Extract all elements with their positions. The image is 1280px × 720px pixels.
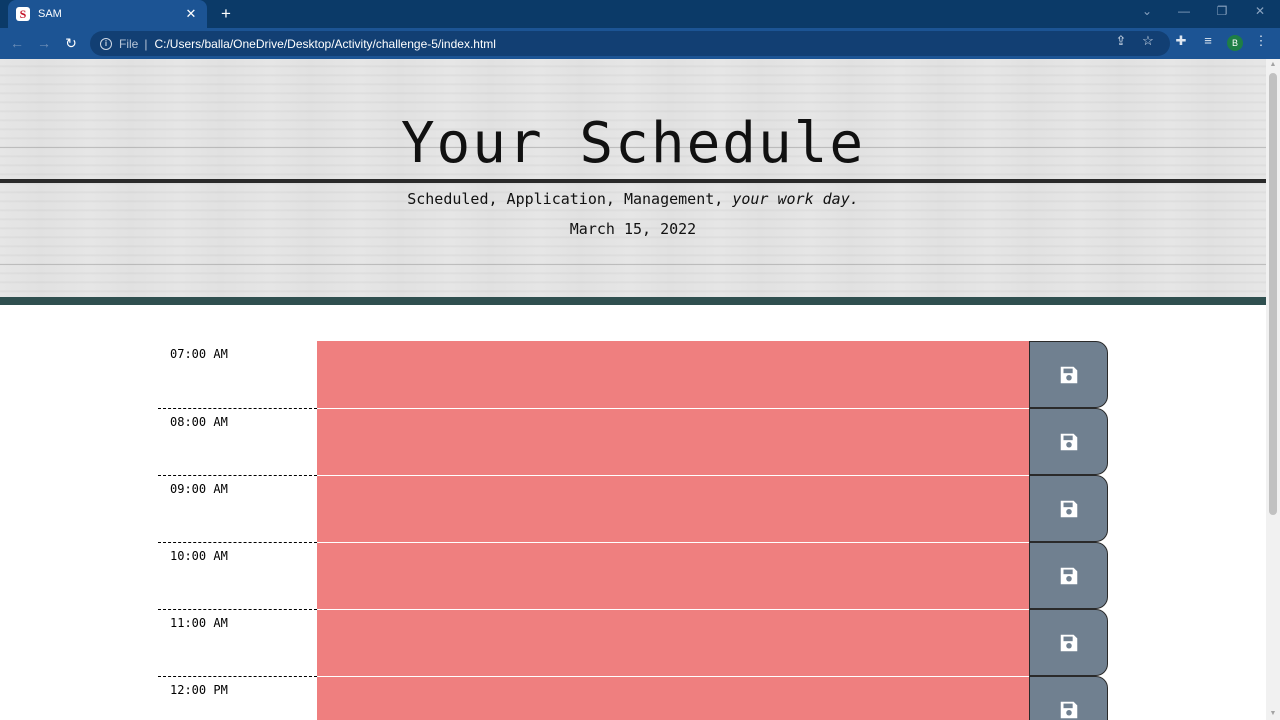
reload-button[interactable]: ↻ — [62, 34, 80, 52]
browser-toolbar: ← → ↻ i File | C:/Users/balla/OneDrive/D… — [0, 28, 1280, 59]
browser-tab-strip: S SAM ✕ + ⌄ — ❐ ✕ — [0, 0, 1280, 28]
time-block-row: 11:00 AM — [158, 609, 1108, 676]
save-button[interactable] — [1029, 341, 1108, 408]
hour-label: 09:00 AM — [158, 475, 317, 542]
hour-label: 11:00 AM — [158, 609, 317, 676]
page-subtitle: Scheduled, Application, Management, your… — [0, 190, 1266, 208]
favicon-icon: S — [16, 7, 30, 21]
media-control-icon[interactable]: ≡ — [1200, 33, 1216, 49]
event-description-input[interactable] — [317, 676, 1029, 720]
floppy-disk-icon — [1060, 567, 1077, 584]
header-jumbotron: Your Schedule Scheduled, Application, Ma… — [0, 59, 1266, 305]
subtitle-text: Scheduled, Application, Management, — [407, 190, 724, 208]
hour-label: 12:00 PM — [158, 676, 317, 720]
floppy-disk-icon — [1060, 433, 1077, 450]
event-description-input[interactable] — [317, 542, 1029, 609]
time-block-row: 08:00 AM — [158, 408, 1108, 475]
close-window-button[interactable]: ✕ — [1250, 4, 1270, 18]
profile-avatar[interactable]: B — [1227, 35, 1243, 51]
subtitle-emphasis: your work day. — [732, 190, 859, 208]
wood-grain-line — [0, 264, 1266, 265]
bookmark-star-icon[interactable]: ☆ — [1140, 33, 1156, 49]
scroll-up-icon[interactable]: ▲ — [1266, 59, 1280, 71]
page-content: Your Schedule Scheduled, Application, Ma… — [0, 59, 1266, 720]
browser-tab[interactable]: S SAM ✕ — [8, 0, 207, 28]
close-tab-icon[interactable]: ✕ — [183, 6, 199, 22]
event-description-input[interactable] — [317, 475, 1029, 542]
hour-label: 10:00 AM — [158, 542, 317, 609]
menu-icon[interactable]: ⋮ — [1253, 33, 1269, 49]
url-text[interactable]: C:/Users/balla/OneDrive/Desktop/Activity… — [154, 37, 495, 51]
page-title: Your Schedule — [400, 111, 866, 176]
save-button[interactable] — [1029, 609, 1108, 676]
current-day: March 15, 2022 — [569, 220, 697, 238]
page-scrollbar[interactable]: ▲ ▼ — [1266, 59, 1280, 720]
event-description-input[interactable] — [317, 408, 1029, 475]
url-separator: | — [144, 36, 148, 51]
wood-plank-divider — [0, 179, 1266, 183]
url-scheme-label: File — [119, 36, 139, 51]
new-tab-button[interactable]: + — [216, 4, 236, 24]
minimize-button[interactable]: — — [1174, 4, 1194, 18]
schedule-container: 07:00 AM 08:00 AM 09:00 AM 10:00 AM 11:0… — [158, 341, 1108, 720]
time-block-row: 09:00 AM — [158, 475, 1108, 542]
tab-search-icon[interactable]: ⌄ — [1137, 4, 1157, 18]
save-button[interactable] — [1029, 542, 1108, 609]
scroll-down-icon[interactable]: ▼ — [1266, 708, 1280, 720]
forward-button[interactable]: → — [35, 34, 53, 52]
floppy-disk-icon — [1060, 500, 1077, 517]
share-icon[interactable]: ⇪ — [1113, 33, 1129, 49]
save-button[interactable] — [1029, 676, 1108, 720]
restore-button[interactable]: ❐ — [1212, 4, 1232, 18]
address-bar[interactable]: i File | C:/Users/balla/OneDrive/Desktop… — [90, 31, 1170, 56]
floppy-disk-icon — [1060, 366, 1077, 383]
hour-label: 07:00 AM — [170, 347, 228, 361]
extensions-icon[interactable]: ✚ — [1173, 33, 1189, 49]
save-button[interactable] — [1029, 475, 1108, 542]
scrollbar-thumb[interactable] — [1269, 73, 1277, 515]
time-block-row: 10:00 AM — [158, 542, 1108, 609]
floppy-disk-icon — [1060, 701, 1077, 718]
event-description-input[interactable] — [317, 609, 1029, 676]
time-block-row: 12:00 PM — [158, 676, 1108, 720]
hour-label: 08:00 AM — [158, 408, 317, 475]
tab-title: SAM — [38, 8, 62, 20]
floppy-disk-icon — [1060, 634, 1077, 651]
site-info-icon[interactable]: i — [100, 37, 112, 50]
event-description-input[interactable] — [317, 341, 1029, 408]
back-button[interactable]: ← — [8, 34, 26, 52]
save-button[interactable] — [1029, 408, 1108, 475]
time-block-row: 07:00 AM — [158, 341, 1108, 408]
